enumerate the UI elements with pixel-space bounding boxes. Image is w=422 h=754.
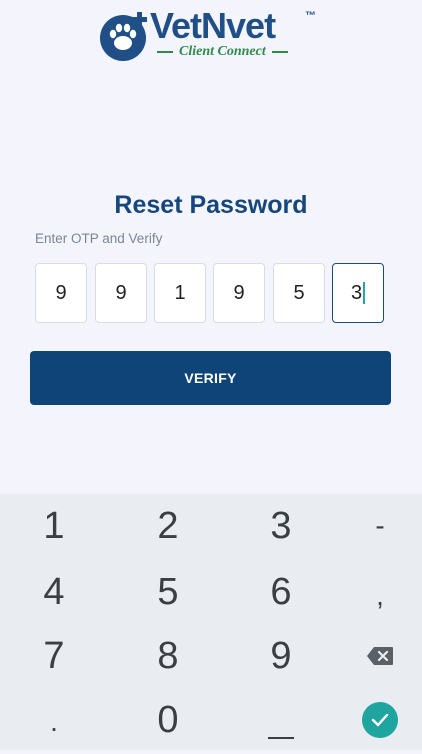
key-4[interactable]: 4 <box>4 560 104 624</box>
otp-digit-value: 3 <box>350 281 363 304</box>
key-7[interactable]: 7 <box>4 624 104 688</box>
otp-digit-5[interactable]: 5 <box>273 263 325 323</box>
app-logo: VetNvet ™ Client Connect <box>99 6 329 66</box>
otp-digit-4[interactable]: 9 <box>213 263 265 323</box>
key-6[interactable]: 6 <box>231 560 331 624</box>
tagline-dash-right <box>271 51 288 53</box>
key-3[interactable]: 3 <box>231 494 331 558</box>
tagline-text: Client Connect <box>179 44 266 59</box>
key-period[interactable]: . <box>4 690 104 754</box>
verify-button[interactable]: VERIFY <box>30 351 391 405</box>
underscore-glyph <box>268 737 294 739</box>
text-caret <box>363 282 366 304</box>
key-backspace[interactable] <box>330 624 422 688</box>
paw-plus-icon <box>100 12 147 61</box>
trademark-mark: ™ <box>305 10 316 22</box>
otp-digit-value: 9 <box>233 281 245 304</box>
checkmark-icon <box>371 713 389 727</box>
key-minus[interactable]: - <box>330 494 422 558</box>
key-comma[interactable]: , <box>330 564 422 628</box>
key-5[interactable]: 5 <box>118 560 218 624</box>
otp-digit-1[interactable]: 9 <box>35 263 87 323</box>
otp-digit-2[interactable]: 9 <box>95 263 147 323</box>
otp-digit-value: 5 <box>293 281 305 304</box>
otp-digit-value: 9 <box>115 281 127 304</box>
key-2[interactable]: 2 <box>118 494 218 558</box>
page-subtitle: Enter OTP and Verify <box>35 231 163 246</box>
otp-input-row: 9 9 1 9 5 3 <box>35 263 387 325</box>
key-8[interactable]: 8 <box>118 624 218 688</box>
key-1[interactable]: 1 <box>4 494 104 558</box>
otp-digit-value: 9 <box>55 281 67 304</box>
key-9[interactable]: 9 <box>231 624 331 688</box>
numeric-keyboard: 1 2 3 - 4 5 6 , 7 8 9 . 0 <box>0 494 422 750</box>
brand-name: VetNvet <box>150 5 276 46</box>
page-title: Reset Password <box>114 191 308 219</box>
tagline-dash-left <box>157 51 173 53</box>
brand-tagline: Client Connect <box>157 44 305 60</box>
backspace-icon <box>367 647 393 665</box>
otp-digit-6[interactable]: 3 <box>332 263 384 323</box>
key-underscore[interactable] <box>231 688 331 752</box>
otp-digit-value: 1 <box>174 281 186 304</box>
otp-digit-3[interactable]: 1 <box>154 263 206 323</box>
key-0[interactable]: 0 <box>118 688 218 752</box>
done-button[interactable] <box>362 702 398 738</box>
key-done[interactable] <box>330 688 422 752</box>
